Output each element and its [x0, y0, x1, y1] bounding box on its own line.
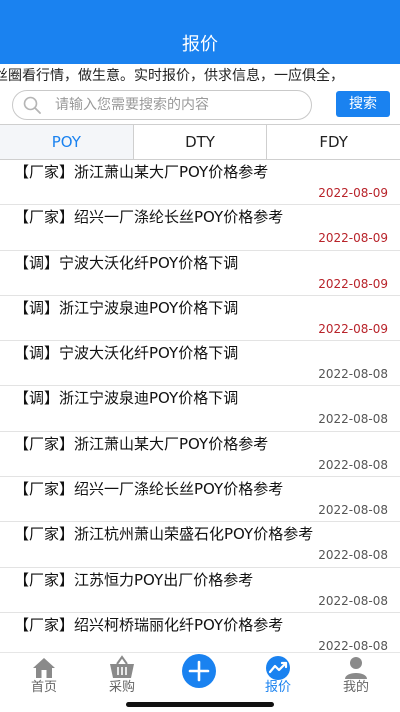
notice-text: 丝圈看行情，做生意。实时报价，供求信息，一应俱全，: [0, 68, 344, 84]
item-title: 【调】浙江宁波泉迪POY价格下调: [14, 298, 239, 317]
trend-icon: [266, 656, 290, 680]
item-title: 【厂家】浙江萧山某大厂POY价格参考: [14, 434, 269, 453]
tab-fdy[interactable]: FDY: [267, 125, 400, 159]
tabbar-quote-label: 报价: [264, 680, 291, 695]
item-title: 【调】浙江宁波泉迪POY价格下调: [14, 389, 239, 408]
item-title: 【厂家】江苏恒力POY出厂价格参考: [14, 570, 254, 589]
list-item[interactable]: 【厂家】江苏恒力POY出厂价格参考 2022-08-08: [0, 568, 400, 613]
item-title: 【厂家】浙江杭州萧山荣盛石化POY价格参考: [14, 525, 314, 544]
tabbar-home-label: 首页: [30, 680, 57, 695]
search-field[interactable]: [12, 90, 312, 120]
home-icon: [33, 658, 55, 678]
category-tabs: POY DTY FDY: [0, 124, 400, 160]
list-item[interactable]: 【厂家】浙江萧山某大厂POY价格参考 2022-08-08: [0, 432, 400, 478]
list-item[interactable]: 【厂家】浙江萧山某大厂POY价格参考 2022-08-09: [0, 160, 400, 206]
item-date: 2022-08-08: [318, 638, 388, 652]
item-date: 2022-08-08: [318, 548, 388, 563]
item-date: 2022-08-08: [318, 503, 388, 518]
item-date: 2022-08-08: [318, 412, 388, 427]
item-title: 【厂家】绍兴一厂涤纶长丝POY价格参考: [14, 480, 284, 499]
tab-dty[interactable]: DTY: [134, 125, 268, 159]
home-indicator: [126, 702, 274, 707]
search-input[interactable]: [55, 95, 295, 115]
item-date: 2022-08-08: [318, 367, 388, 382]
scrolling-notice: 丝圈看行情，做生意。实时报价，供求信息，一应俱全，: [0, 64, 400, 88]
item-date: 2022-08-09: [318, 186, 388, 200]
item-title: 【调】宁波大沃化纤POY价格下调: [14, 344, 239, 363]
list-item[interactable]: 【调】宁波大沃化纤POY价格下调 2022-08-09: [0, 251, 400, 296]
tabbar-home[interactable]: 首页: [4, 653, 84, 712]
item-title: 【厂家】绍兴一厂涤纶长丝POY价格参考: [14, 208, 284, 227]
tab-poy[interactable]: POY: [0, 125, 134, 159]
add-button[interactable]: [182, 654, 216, 688]
price-list: 【厂家】浙江萧山某大厂POY价格参考 2022-08-09 【厂家】绍兴一厂涤纶…: [0, 160, 400, 652]
list-item[interactable]: 【调】浙江宁波泉迪POY价格下调 2022-08-08: [0, 386, 400, 432]
basket-icon: [110, 655, 134, 678]
item-title: 【调】宁波大沃化纤POY价格下调: [14, 253, 239, 272]
item-date: 2022-08-09: [318, 321, 388, 336]
list-item[interactable]: 【厂家】绍兴一厂涤纶长丝POY价格参考 2022-08-09: [0, 205, 400, 251]
item-date: 2022-08-08: [318, 593, 388, 608]
search-bar: 搜索: [0, 88, 400, 124]
search-button[interactable]: 搜索: [336, 91, 390, 117]
list-item[interactable]: 【调】宁波大沃化纤POY价格下调 2022-08-08: [0, 341, 400, 387]
item-date: 2022-08-09: [318, 231, 388, 246]
tabbar-purchase-label: 采购: [108, 680, 135, 695]
search-icon: [23, 96, 41, 114]
top-app-bar: 报价: [0, 0, 400, 64]
list-item[interactable]: 【调】浙江宁波泉迪POY价格下调 2022-08-09: [0, 296, 400, 342]
list-item[interactable]: 【厂家】绍兴柯桥瑞丽化纤POY价格参考 2022-08-08: [0, 613, 400, 652]
item-date: 2022-08-08: [318, 457, 388, 472]
page-title: 报价: [182, 34, 218, 55]
user-icon: [345, 657, 367, 679]
item-title: 【厂家】浙江萧山某大厂POY价格参考: [14, 163, 269, 181]
plus-icon: [188, 660, 210, 682]
item-title: 【厂家】绍兴柯桥瑞丽化纤POY价格参考: [14, 615, 284, 634]
tabbar-profile-label: 我的: [342, 680, 369, 695]
item-date: 2022-08-09: [318, 276, 388, 291]
list-item[interactable]: 【厂家】浙江杭州萧山荣盛石化POY价格参考 2022-08-08: [0, 522, 400, 568]
tabbar-profile[interactable]: 我的: [316, 653, 396, 712]
list-item[interactable]: 【厂家】绍兴一厂涤纶长丝POY价格参考 2022-08-08: [0, 477, 400, 523]
